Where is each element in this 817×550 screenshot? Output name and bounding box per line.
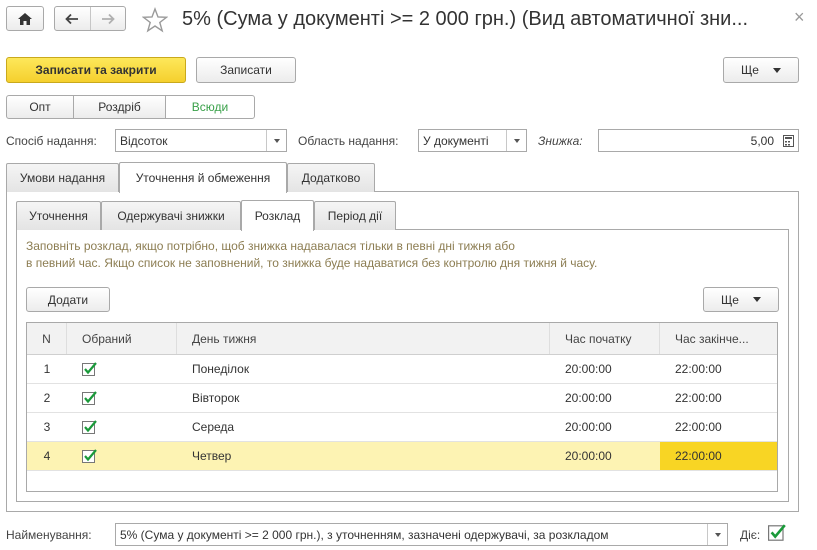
selected-checkbox[interactable] xyxy=(67,384,177,412)
end-time-cell-focused[interactable]: 22:00:00 xyxy=(660,442,777,470)
subtab-recipients[interactable]: Одержувачі знижки xyxy=(101,201,241,230)
mode-wholesale[interactable]: Опт xyxy=(6,95,74,119)
arrow-right-icon xyxy=(101,13,115,24)
discount-value: 5,00 xyxy=(750,133,774,148)
method-value: Відсоток xyxy=(120,133,168,148)
row-number: 1 xyxy=(43,362,51,376)
end-time-cell[interactable]: 22:00:00 xyxy=(660,413,777,441)
weekday-cell[interactable]: Вівторок xyxy=(177,384,550,412)
discount-label: Знижка: xyxy=(538,134,583,148)
active-label: Діє: xyxy=(740,528,761,542)
col-weekday[interactable]: День тижня xyxy=(177,323,550,354)
active-checkbox[interactable] xyxy=(768,524,786,542)
name-input[interactable]: 5% (Сума у документі >= 2 000 грн.), з у… xyxy=(115,523,728,546)
col-end-time[interactable]: Час закінче... xyxy=(660,323,777,354)
checkmark-icon xyxy=(82,419,97,434)
checkmark-icon xyxy=(82,448,97,463)
home-icon xyxy=(18,12,32,25)
selected-checkbox[interactable] xyxy=(67,355,177,383)
weekday-cell[interactable]: Четвер xyxy=(177,442,550,470)
schedule-table: N Обраний День тижня Час початку Час зак… xyxy=(26,322,778,492)
mode-retail[interactable]: Роздріб xyxy=(73,95,166,119)
start-time-cell[interactable]: 20:00:00 xyxy=(550,355,660,383)
tab-additional[interactable]: Додатково xyxy=(287,163,375,192)
area-value: У документі xyxy=(423,133,489,148)
forward-button[interactable] xyxy=(91,7,126,30)
close-icon[interactable]: × xyxy=(794,7,805,28)
back-button[interactable] xyxy=(55,7,91,30)
col-start-time[interactable]: Час початку xyxy=(550,323,660,354)
dropdown-icon[interactable] xyxy=(707,524,727,545)
save-and-close-button[interactable]: Записати та закрити xyxy=(6,57,186,83)
selected-checkbox[interactable] xyxy=(67,413,177,441)
grid-more-label: Ще xyxy=(721,292,739,307)
method-select[interactable]: Відсоток xyxy=(115,129,287,152)
tab-refinements[interactable]: Уточнення й обмеження xyxy=(119,162,287,193)
checkmark-icon xyxy=(82,361,97,376)
subtab-schedule[interactable]: Розклад xyxy=(241,200,314,231)
add-row-button[interactable]: Додати xyxy=(26,287,110,312)
area-select[interactable]: У документі xyxy=(418,129,527,152)
table-header: N Обраний День тижня Час початку Час зак… xyxy=(27,323,777,355)
start-time-cell[interactable]: 20:00:00 xyxy=(550,384,660,412)
row-number: 3 xyxy=(43,420,51,434)
tab-conditions[interactable]: Умови надання xyxy=(6,163,119,192)
dropdown-icon[interactable] xyxy=(506,130,526,151)
weekday-cell[interactable]: Понеділок xyxy=(177,355,550,383)
schedule-hint-line2: в певний час. Якщо список не заповнений,… xyxy=(26,256,598,270)
calculator-icon[interactable] xyxy=(778,130,798,151)
more-menu-button[interactable]: Ще xyxy=(723,57,799,83)
window-title: 5% (Сума у документі >= 2 000 грн.) (Вид… xyxy=(182,8,748,30)
name-value: 5% (Сума у документі >= 2 000 грн.), з у… xyxy=(120,527,609,542)
col-selected[interactable]: Обраний xyxy=(67,323,177,354)
save-button[interactable]: Записати xyxy=(196,57,296,83)
table-row[interactable]: 2 Вівторок 20:00:00 22:00:00 xyxy=(27,384,777,413)
selected-checkbox[interactable] xyxy=(67,442,177,470)
discount-input[interactable]: 5,00 xyxy=(598,129,799,152)
area-label: Область надання: xyxy=(298,134,399,148)
row-number: 4 xyxy=(43,449,51,463)
method-label: Спосіб надання: xyxy=(6,134,97,148)
chevron-down-icon xyxy=(772,67,781,73)
schedule-hint: Заповніть розклад, якщо потрібно, щоб зн… xyxy=(26,238,597,272)
checkmark-icon xyxy=(768,524,786,541)
name-label: Найменування: xyxy=(6,528,92,542)
table-row[interactable]: 3 Середа 20:00:00 22:00:00 xyxy=(27,413,777,442)
checkmark-icon xyxy=(82,390,97,405)
favorite-star-icon[interactable] xyxy=(141,7,169,33)
home-button[interactable] xyxy=(6,6,44,31)
end-time-cell[interactable]: 22:00:00 xyxy=(660,384,777,412)
row-number: 2 xyxy=(43,391,51,405)
mode-everywhere[interactable]: Всюди xyxy=(165,95,255,119)
table-row-selected[interactable]: 4 Четвер 20:00:00 22:00:00 xyxy=(27,442,777,471)
start-time-cell[interactable]: 20:00:00 xyxy=(550,442,660,470)
start-time-cell[interactable]: 20:00:00 xyxy=(550,413,660,441)
arrow-left-icon xyxy=(65,13,79,24)
subtab-refinements[interactable]: Уточнення xyxy=(16,201,101,230)
table-row[interactable]: 1 Понеділок 20:00:00 22:00:00 xyxy=(27,355,777,384)
weekday-cell[interactable]: Середа xyxy=(177,413,550,441)
subtab-period[interactable]: Період дії xyxy=(314,201,396,230)
more-menu-label: Ще xyxy=(741,63,759,77)
col-n[interactable]: N xyxy=(27,323,67,354)
end-time-cell[interactable]: 22:00:00 xyxy=(660,355,777,383)
nav-group xyxy=(54,6,126,31)
dropdown-icon[interactable] xyxy=(266,130,286,151)
grid-more-button[interactable]: Ще xyxy=(703,287,779,312)
chevron-down-icon xyxy=(752,297,761,302)
schedule-hint-line1: Заповніть розклад, якщо потрібно, щоб зн… xyxy=(26,239,515,253)
